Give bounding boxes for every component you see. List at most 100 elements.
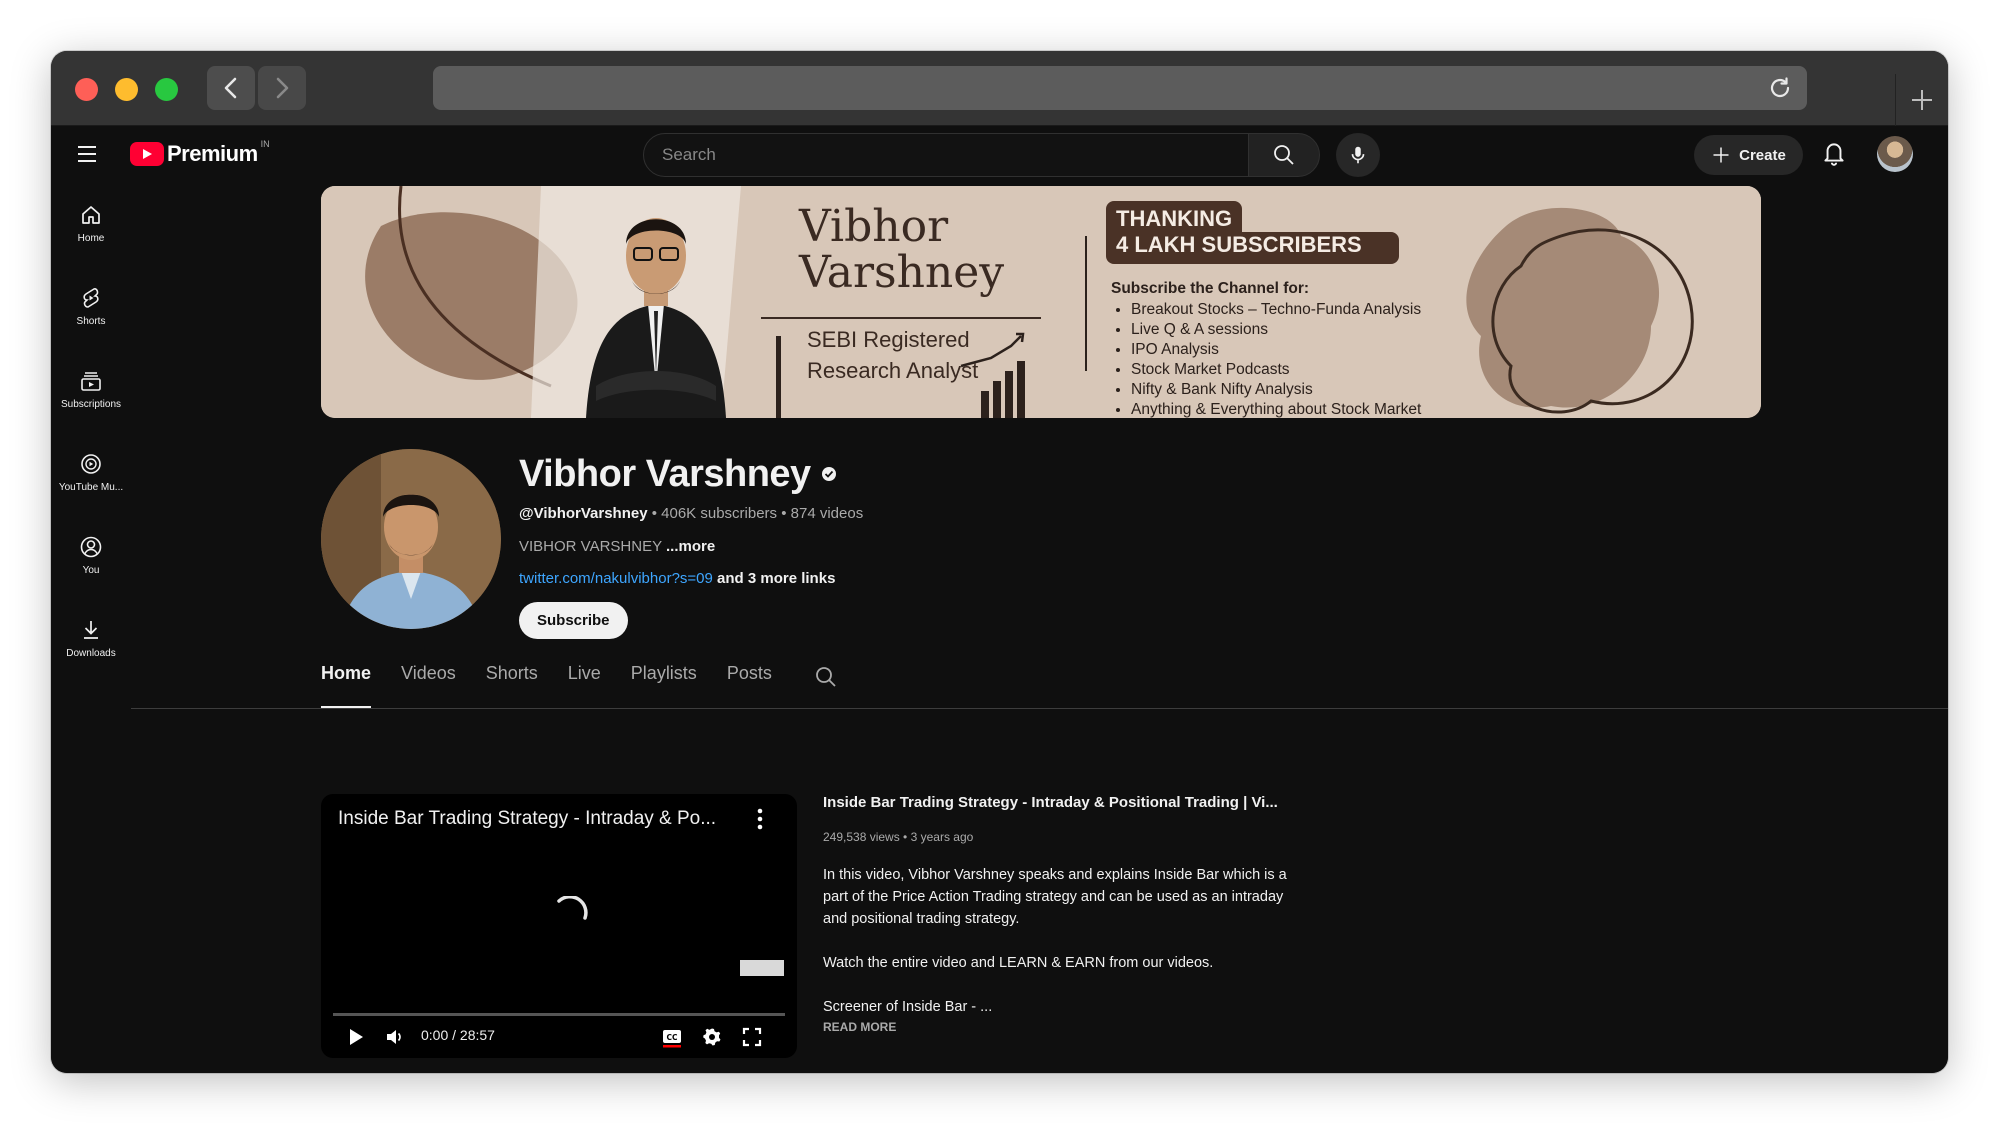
subscribe-button[interactable]: Subscribe bbox=[519, 602, 628, 639]
gear-icon bbox=[703, 1028, 721, 1046]
home-icon bbox=[82, 206, 100, 224]
banner-thanks-line2: 4 LAKH SUBSCRIBERS bbox=[1106, 232, 1399, 264]
channel-name: Vibhor Varshney bbox=[519, 452, 811, 495]
bell-icon bbox=[1824, 143, 1844, 166]
player-title[interactable]: Inside Bar Trading Strategy - Intraday &… bbox=[338, 808, 716, 830]
tab-playlists[interactable]: Playlists bbox=[631, 661, 697, 709]
new-tab-button[interactable] bbox=[1895, 74, 1948, 126]
chevron-left-icon bbox=[224, 77, 237, 99]
search-icon bbox=[815, 667, 836, 687]
minimize-window-button[interactable] bbox=[115, 78, 138, 101]
guide-label: Shorts bbox=[76, 316, 106, 327]
volume-button[interactable] bbox=[385, 1028, 403, 1051]
guide-item-downloads[interactable]: Downloads bbox=[51, 597, 131, 680]
search-icon bbox=[1274, 145, 1294, 165]
settings-button[interactable] bbox=[702, 1027, 722, 1052]
browser-titlebar bbox=[51, 51, 1948, 126]
channel-tabs: Home Videos Shorts Live Playlists Posts bbox=[321, 661, 838, 709]
fullscreen-icon bbox=[742, 1027, 762, 1047]
guide-item-shorts[interactable]: Shorts bbox=[51, 265, 131, 348]
captions-button[interactable]: CC bbox=[661, 1026, 683, 1053]
search-button[interactable] bbox=[1248, 133, 1320, 177]
channel-meta: Vibhor Varshney @VibhorVarshney • 406K s… bbox=[519, 449, 1219, 639]
channel-title: Vibhor Varshney bbox=[519, 449, 1219, 499]
tab-videos[interactable]: Videos bbox=[401, 661, 456, 709]
shorts-icon bbox=[83, 288, 99, 308]
plus-icon bbox=[1912, 90, 1932, 110]
banner-artwork bbox=[321, 186, 1761, 418]
read-more-link[interactable]: READ MORE bbox=[823, 1020, 1303, 1034]
featured-video-description: In this video, Vibhor Varshney speaks an… bbox=[823, 864, 1303, 1018]
banner-subscribe-heading: Subscribe the Channel for: bbox=[1111, 280, 1310, 297]
reload-icon[interactable] bbox=[1767, 75, 1793, 101]
tabs-divider bbox=[131, 708, 1948, 709]
address-bar[interactable] bbox=[433, 66, 1807, 110]
description-more-link[interactable]: ...more bbox=[666, 538, 715, 555]
featured-video-stats: 249,538 views • 3 years ago bbox=[823, 830, 974, 844]
banner-bullet: IPO Analysis bbox=[1131, 340, 1421, 360]
banner-thanks-line1: THANKING bbox=[1106, 201, 1243, 232]
close-window-button[interactable] bbox=[75, 78, 98, 101]
verified-icon bbox=[821, 467, 836, 481]
progress-bar[interactable] bbox=[333, 1013, 785, 1016]
play-button[interactable] bbox=[347, 1028, 365, 1051]
guide-item-you[interactable]: You bbox=[51, 514, 131, 597]
channel-watermark[interactable] bbox=[740, 960, 784, 976]
featured-video-title[interactable]: Inside Bar Trading Strategy - Intraday &… bbox=[823, 794, 1303, 811]
channel-description-text: VIBHOR VARSHNEY bbox=[519, 538, 662, 555]
guide-sidebar: Home Shorts Subscriptions YouTube Mu... … bbox=[51, 182, 131, 680]
banner-bullet: Anything & Everything about Stock Market bbox=[1131, 400, 1421, 418]
create-button[interactable]: Create bbox=[1694, 135, 1803, 175]
channel-search-button[interactable] bbox=[814, 665, 838, 694]
browser-window: Premium IN Create Ho bbox=[51, 51, 1948, 1073]
volume-icon bbox=[387, 1030, 401, 1044]
twitter-link[interactable]: twitter.com/nakulvibhor?s=09 bbox=[519, 570, 713, 587]
tab-home[interactable]: Home bbox=[321, 661, 372, 709]
banner-role-line2: Research Analyst bbox=[807, 358, 979, 383]
forward-button[interactable] bbox=[258, 66, 306, 110]
notifications-button[interactable] bbox=[1821, 139, 1847, 172]
subscriptions-icon bbox=[81, 372, 101, 391]
player-controls: 0:00 / 28:57 CC bbox=[321, 1018, 797, 1058]
channel-avatar[interactable] bbox=[321, 449, 501, 629]
description-paragraph: Watch the entire video and LEARN & EARN … bbox=[823, 955, 1214, 971]
banner-name: Vibhor Varshney bbox=[799, 204, 1004, 296]
video-count: 874 videos bbox=[790, 505, 864, 522]
banner-name-line1: Vibhor bbox=[799, 201, 949, 252]
guide-item-youtube-music[interactable]: YouTube Mu... bbox=[51, 431, 131, 514]
hamburger-icon bbox=[78, 146, 96, 162]
player-menu-button[interactable] bbox=[757, 808, 763, 835]
guide-item-subscriptions[interactable]: Subscriptions bbox=[51, 348, 131, 431]
tab-shorts[interactable]: Shorts bbox=[486, 661, 538, 709]
banner-bullet: Live Q & A sessions bbox=[1131, 320, 1421, 340]
brand-label: Premium bbox=[167, 141, 258, 166]
menu-button[interactable] bbox=[75, 142, 99, 171]
you-icon bbox=[80, 536, 102, 558]
guide-label: Downloads bbox=[66, 648, 116, 659]
guide-label: YouTube Mu... bbox=[58, 482, 124, 493]
channel-description[interactable]: VIBHOR VARSHNEY ...more bbox=[519, 538, 1219, 555]
voice-search-button[interactable] bbox=[1336, 133, 1380, 177]
subscriber-count: 406K subscribers bbox=[661, 505, 778, 522]
search-box bbox=[643, 133, 1249, 177]
plus-icon bbox=[1713, 147, 1729, 163]
search-input[interactable] bbox=[644, 134, 1240, 176]
banner-bullet: Stock Market Podcasts bbox=[1131, 360, 1421, 380]
back-button[interactable] bbox=[207, 66, 255, 110]
account-avatar[interactable] bbox=[1877, 136, 1913, 172]
channel-handle: @VibhorVarshney bbox=[519, 505, 648, 522]
youtube-music-icon bbox=[81, 454, 101, 474]
country-code: IN bbox=[260, 139, 270, 149]
featured-video-player[interactable]: Inside Bar Trading Strategy - Intraday &… bbox=[321, 794, 797, 1058]
tab-live[interactable]: Live bbox=[568, 661, 601, 709]
tab-posts[interactable]: Posts bbox=[727, 661, 772, 709]
maximize-window-button[interactable] bbox=[155, 78, 178, 101]
youtube-premium-logo[interactable]: Premium IN bbox=[130, 139, 270, 167]
featured-video-info: Inside Bar Trading Strategy - Intraday &… bbox=[823, 794, 1303, 1034]
fullscreen-button[interactable] bbox=[742, 1027, 762, 1052]
more-links-button[interactable]: and 3 more links bbox=[717, 570, 835, 587]
guide-item-home[interactable]: Home bbox=[51, 182, 131, 265]
guide-label: Home bbox=[77, 233, 105, 244]
captions-icon: CC bbox=[663, 1030, 681, 1048]
more-vert-icon bbox=[757, 808, 763, 830]
